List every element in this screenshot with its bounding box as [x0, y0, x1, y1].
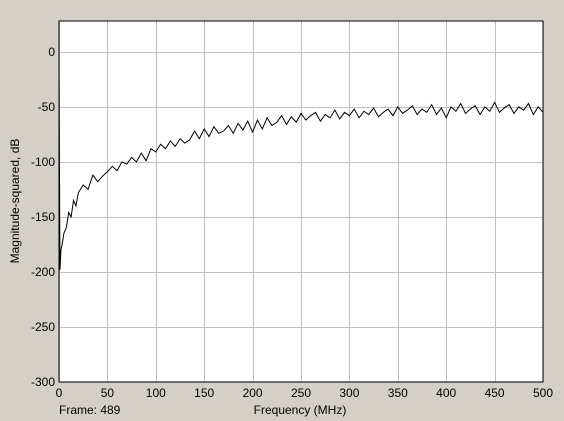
x-tick-label: 400 — [436, 386, 456, 400]
y-tick-label: -150 — [31, 210, 55, 224]
y-tick-label: -300 — [31, 375, 55, 389]
x-tick-label: 200 — [243, 386, 263, 400]
y-tick-label: -100 — [31, 155, 55, 169]
x-tick-label: 50 — [101, 386, 115, 400]
x-tick-label: 500 — [533, 386, 553, 400]
x-tick-labels: 0 50 100 150 200 250 300 350 400 450 500 — [56, 386, 554, 400]
scope-window: 0 50 100 150 200 250 300 350 400 450 500 -300 -250-… — [0, 0, 564, 421]
x-tick-label: 450 — [485, 386, 505, 400]
y-axis-label: Magnitude-squared, dB — [8, 139, 22, 264]
spectrum-chart: 0 50 100 150 200 250 300 350 400 450 500 -300-250-… — [8, 20, 554, 417]
y-tick-label: -200 — [31, 265, 55, 279]
x-tick-label: 250 — [291, 386, 311, 400]
y-tick-label: -250 — [31, 320, 55, 334]
y-tick-label: -50 — [38, 100, 56, 114]
y-tick-labels: -300 -250 -200 -150 -100 -50 0 — [31, 45, 55, 389]
y-tick-label: 0 — [48, 45, 55, 59]
x-axis-label: Frequency (MHz) — [254, 403, 347, 417]
x-tick-label: 150 — [194, 386, 214, 400]
x-tick-label: 100 — [146, 386, 166, 400]
x-tick-label: 350 — [388, 386, 408, 400]
frame-counter: Frame: 489 — [59, 403, 121, 417]
x-tick-label: 300 — [339, 386, 359, 400]
x-tick-label: 0 — [56, 386, 63, 400]
